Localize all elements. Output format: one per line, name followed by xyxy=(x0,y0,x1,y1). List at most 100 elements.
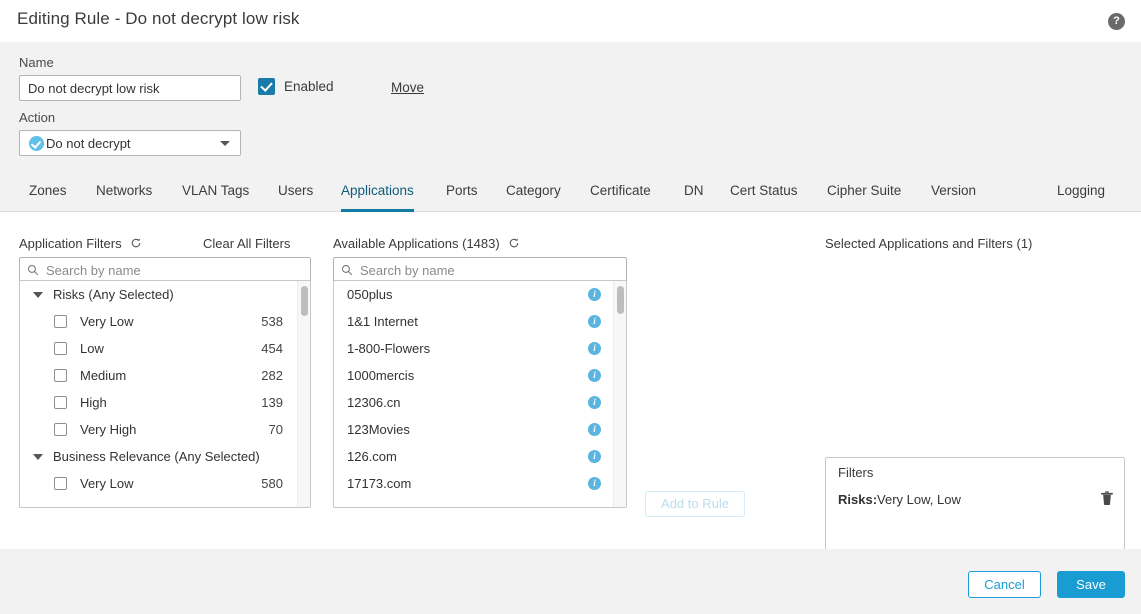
tab-vlan-tags[interactable]: VLAN Tags xyxy=(182,174,249,212)
selected-applications-heading: Selected Applications and Filters (1) xyxy=(825,236,1032,251)
action-label: Action xyxy=(19,110,55,125)
filter-group-label: Business Relevance (Any Selected) xyxy=(53,449,260,464)
tab-zones[interactable]: Zones xyxy=(29,174,67,212)
enabled-label: Enabled xyxy=(284,79,334,94)
application-row[interactable]: 1-800-Flowersi xyxy=(334,335,613,362)
cancel-button[interactable]: Cancel xyxy=(968,571,1041,598)
filter-option-count: 70 xyxy=(269,422,283,437)
filter-option-checkbox[interactable] xyxy=(54,423,67,436)
info-icon[interactable]: i xyxy=(588,477,601,490)
action-select[interactable]: Do not decrypt xyxy=(19,130,241,156)
name-input[interactable] xyxy=(19,75,241,101)
trash-icon[interactable] xyxy=(1100,491,1114,506)
application-name: 1000mercis xyxy=(347,368,588,383)
filter-option-checkbox[interactable] xyxy=(54,477,67,490)
enabled-checkbox[interactable] xyxy=(258,78,275,95)
move-link[interactable]: Move xyxy=(391,80,424,95)
refresh-icon[interactable] xyxy=(130,237,142,249)
add-to-rule-button[interactable]: Add to Rule xyxy=(645,491,745,517)
tab-version[interactable]: Version xyxy=(931,174,976,212)
application-filters-list[interactable]: Risks (Any Selected)Very Low538Low454Med… xyxy=(19,280,311,508)
filter-option-count: 580 xyxy=(261,476,283,491)
application-filters-heading: Application Filters xyxy=(19,236,142,251)
filter-option-row[interactable]: Very Low538 xyxy=(20,308,297,335)
page-title: Editing Rule - Do not decrypt low risk xyxy=(17,9,300,29)
application-row[interactable]: 050plusi xyxy=(334,281,613,308)
applications-list-scrollbar[interactable] xyxy=(613,281,626,507)
enabled-checkbox-wrap[interactable]: Enabled xyxy=(258,78,334,95)
tab-dn[interactable]: DN xyxy=(684,174,704,212)
chevron-down-icon[interactable] xyxy=(33,454,43,460)
info-icon[interactable]: i xyxy=(588,396,601,409)
filter-option-label: Very Low xyxy=(80,476,261,491)
filter-option-checkbox[interactable] xyxy=(54,369,67,382)
clear-all-filters-link[interactable]: Clear All Filters xyxy=(203,236,290,251)
application-row[interactable]: 12306.cni xyxy=(334,389,613,416)
info-icon[interactable]: i xyxy=(588,450,601,463)
application-name: 1-800-Flowers xyxy=(347,341,588,356)
tab-cert-status[interactable]: Cert Status xyxy=(730,174,798,212)
tab-users[interactable]: Users xyxy=(278,174,313,212)
search-icon xyxy=(341,264,353,276)
info-icon[interactable]: i xyxy=(588,315,601,328)
filter-option-count: 454 xyxy=(261,341,283,356)
filters-search-input[interactable] xyxy=(44,262,310,279)
filter-option-count: 139 xyxy=(261,395,283,410)
filter-group-row[interactable]: Business Relevance (Any Selected) xyxy=(20,443,297,470)
available-applications-list[interactable]: 050plusi1&1 Interneti1-800-Flowersi1000m… xyxy=(333,280,627,508)
tab-logging[interactable]: Logging xyxy=(1057,174,1105,212)
selected-filter-value: Very Low, Low xyxy=(877,492,961,507)
selected-filters-label: Filters xyxy=(838,465,873,480)
application-name: 1&1 Internet xyxy=(347,314,588,329)
filter-option-row[interactable]: High139 xyxy=(20,389,297,416)
filter-option-label: High xyxy=(80,395,261,410)
edit-rule-dialog: Editing Rule - Do not decrypt low risk ?… xyxy=(0,0,1141,614)
filter-option-row[interactable]: Medium282 xyxy=(20,362,297,389)
filter-option-checkbox[interactable] xyxy=(54,342,67,355)
filter-option-row[interactable]: Low454 xyxy=(20,335,297,362)
application-name: 050plus xyxy=(347,287,588,302)
application-filters-heading-text: Application Filters xyxy=(19,236,122,251)
info-icon[interactable]: i xyxy=(588,288,601,301)
info-icon[interactable]: i xyxy=(588,423,601,436)
available-applications-heading: Available Applications (1483) xyxy=(333,236,520,251)
scrollbar-thumb[interactable] xyxy=(617,286,624,314)
chevron-down-icon[interactable] xyxy=(33,292,43,298)
dialog-footer: Cancel Save xyxy=(0,549,1141,614)
tab-category[interactable]: Category xyxy=(506,174,561,212)
filter-option-checkbox[interactable] xyxy=(54,315,67,328)
info-icon[interactable]: i xyxy=(588,369,601,382)
name-label: Name xyxy=(19,55,54,70)
filter-option-row[interactable]: Very High70 xyxy=(20,416,297,443)
filter-option-checkbox[interactable] xyxy=(54,396,67,409)
chevron-down-icon xyxy=(220,141,230,146)
application-name: 12306.cn xyxy=(347,395,588,410)
tab-ports[interactable]: Ports xyxy=(446,174,478,212)
action-selected-value: Do not decrypt xyxy=(46,136,131,151)
application-row[interactable]: 1&1 Interneti xyxy=(334,308,613,335)
filter-option-row[interactable]: Very Low580 xyxy=(20,470,297,497)
info-icon[interactable]: i xyxy=(588,342,601,355)
tab-networks[interactable]: Networks xyxy=(96,174,152,212)
help-circle-icon[interactable]: ? xyxy=(1108,13,1125,30)
application-row[interactable]: 17173.comi xyxy=(334,470,613,497)
tab-cipher-suite[interactable]: Cipher Suite xyxy=(827,174,901,212)
application-row[interactable]: 1000mercisi xyxy=(334,362,613,389)
refresh-icon[interactable] xyxy=(508,237,520,249)
application-row[interactable]: 123Moviesi xyxy=(334,416,613,443)
filters-list-scrollbar[interactable] xyxy=(297,281,310,507)
applications-search-input[interactable] xyxy=(358,262,626,279)
tab-applications[interactable]: Applications xyxy=(341,174,414,212)
tab-certificate[interactable]: Certificate xyxy=(590,174,651,212)
save-button[interactable]: Save xyxy=(1057,571,1125,598)
rule-form-area: Name Enabled Move Action Do not decrypt xyxy=(0,42,1141,174)
selected-filter-key: Risks: xyxy=(838,492,877,507)
application-row[interactable]: 126.comi xyxy=(334,443,613,470)
filter-option-count: 538 xyxy=(261,314,283,329)
filter-option-label: Very High xyxy=(80,422,269,437)
scrollbar-thumb[interactable] xyxy=(301,286,308,316)
selected-filter-entry: Risks:Very Low, Low xyxy=(838,492,1112,507)
application-name: 126.com xyxy=(347,449,588,464)
rule-tabs: Zones Networks VLAN Tags Users Applications P… xyxy=(0,174,1141,212)
filter-group-row[interactable]: Risks (Any Selected) xyxy=(20,281,297,308)
